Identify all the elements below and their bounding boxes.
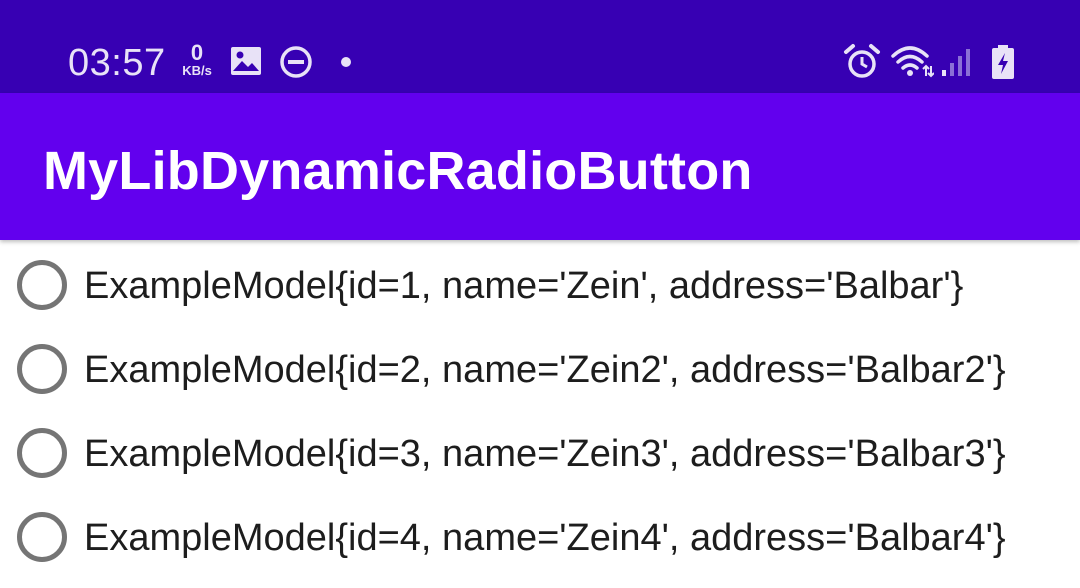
radio-button-icon[interactable] [17, 512, 67, 562]
network-speed-unit: KB/s [182, 63, 212, 78]
radio-option-3[interactable]: ExampleModel{id=3, name='Zein3', address… [0, 411, 1080, 495]
signal-icon [940, 46, 972, 78]
radio-button-icon[interactable] [17, 260, 67, 310]
radio-button-icon[interactable] [17, 344, 67, 394]
do-not-disturb-icon [279, 45, 313, 79]
radio-option-4[interactable]: ExampleModel{id=4, name='Zein4', address… [0, 495, 1080, 579]
radio-option-label[interactable]: ExampleModel{id=4, name='Zein4', address… [84, 515, 1006, 561]
radio-option-label[interactable]: ExampleModel{id=2, name='Zein2', address… [84, 347, 1006, 393]
battery-charging-icon [989, 44, 1017, 80]
radio-option-2[interactable]: ExampleModel{id=2, name='Zein2', address… [0, 327, 1080, 411]
radio-option-label[interactable]: ExampleModel{id=3, name='Zein3', address… [84, 431, 1006, 477]
radio-option-label[interactable]: ExampleModel{id=1, name='Zein', address=… [84, 263, 963, 309]
wifi-icon [890, 44, 934, 78]
radio-option-1[interactable]: ExampleModel{id=1, name='Zein', address=… [0, 243, 1080, 327]
status-time: 03:57 [68, 42, 166, 84]
network-speed-indicator: 0 KB/s [176, 42, 218, 82]
network-speed-value: 0 [190, 40, 204, 65]
image-icon [230, 46, 262, 76]
alarm-icon [843, 43, 881, 81]
status-bar: 03:57 0 KB/s [0, 0, 1080, 93]
dot-icon [340, 56, 352, 68]
app-title: MyLibDynamicRadioButton [43, 141, 753, 201]
radio-button-icon[interactable] [17, 428, 67, 478]
